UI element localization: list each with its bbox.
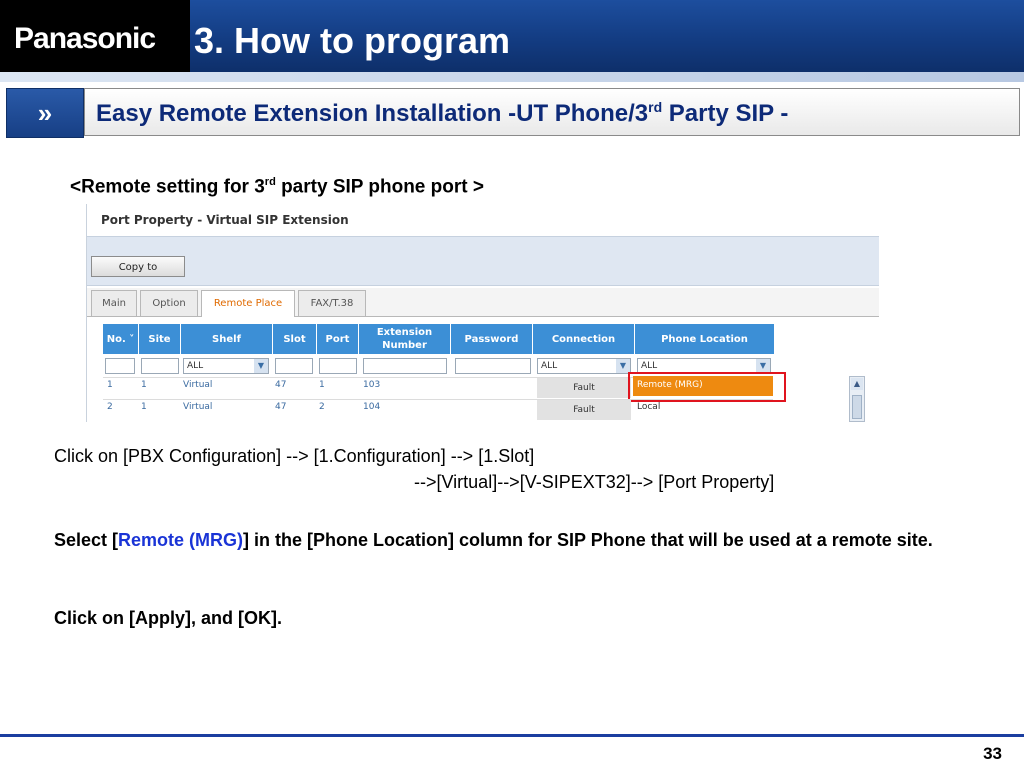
filter-slot[interactable] bbox=[275, 358, 313, 374]
filter-extension[interactable] bbox=[363, 358, 447, 374]
logo-box: Panasonic bbox=[0, 0, 190, 72]
panasonic-logo: Panasonic bbox=[14, 22, 156, 55]
remote-heading-text-2: party SIP phone port > bbox=[275, 176, 484, 198]
copy-to-button[interactable]: Copy to bbox=[91, 256, 185, 277]
remote-setting-heading: <Remote setting for 3rd party SIP phone … bbox=[70, 176, 484, 198]
row2-site: 1 bbox=[141, 402, 147, 412]
instruction-select-prefix: Select [ bbox=[54, 530, 119, 550]
highlight-box bbox=[628, 372, 786, 402]
row1-slot: 47 bbox=[275, 380, 287, 390]
column-header-connection[interactable]: Connection bbox=[533, 324, 635, 354]
tab-option[interactable]: Option bbox=[140, 290, 198, 316]
filter-password[interactable] bbox=[455, 358, 531, 374]
page-number: 33 bbox=[983, 744, 1002, 763]
remote-heading-sup: rd bbox=[264, 176, 276, 188]
remote-heading-text-1: <Remote setting for 3 bbox=[70, 176, 265, 198]
row2-phone-location-local[interactable]: Local bbox=[637, 402, 660, 412]
filter-no[interactable] bbox=[105, 358, 135, 374]
scroll-thumb[interactable] bbox=[852, 395, 862, 419]
instruction-select-suffix: ] in the [Phone Location] column for SIP… bbox=[243, 530, 933, 550]
row1-extension: 103 bbox=[363, 380, 381, 390]
dropdown-arrow-icon: ▼ bbox=[756, 359, 770, 373]
row2-shelf: Virtual bbox=[183, 402, 213, 412]
tab-main[interactable]: Main bbox=[91, 290, 137, 316]
column-header-no[interactable]: No. ˅ bbox=[103, 324, 139, 354]
filter-site[interactable] bbox=[141, 358, 179, 374]
subtitle-text-2: Party SIP - bbox=[662, 100, 789, 127]
column-header-phone-location[interactable]: Phone Location bbox=[635, 324, 775, 354]
row-divider bbox=[103, 399, 773, 400]
page-title: 3. How to program bbox=[194, 20, 511, 61]
row1-no: 1 bbox=[107, 380, 113, 390]
row1-port: 1 bbox=[319, 380, 325, 390]
header-stripe bbox=[0, 72, 1024, 82]
double-chevron-right-icon: » bbox=[37, 97, 53, 128]
column-header-extension-number[interactable]: Extension Number bbox=[359, 324, 451, 354]
tab-fax-t38[interactable]: FAX/T.38 bbox=[298, 290, 366, 316]
filter-connection[interactable]: ALL ▼ bbox=[537, 358, 631, 374]
column-header-shelf[interactable]: Shelf bbox=[181, 324, 273, 354]
row1-site: 1 bbox=[141, 380, 147, 390]
row2-connection-fault[interactable]: Fault bbox=[537, 400, 631, 420]
row1-connection-fault[interactable]: Fault bbox=[537, 378, 631, 398]
row2-extension: 104 bbox=[363, 402, 381, 412]
dropdown-arrow-icon: ▼ bbox=[254, 359, 268, 373]
filter-phone-location-value: ALL bbox=[641, 361, 658, 371]
instruction-select-highlight: Remote (MRG) bbox=[118, 530, 244, 550]
port-property-title: Port Property - Virtual SIP Extension bbox=[101, 213, 349, 227]
instruction-apply: Click on [Apply], and [OK]. bbox=[54, 608, 282, 628]
instruction-select: Select [Remote (MRG)] in the [Phone Loca… bbox=[54, 526, 994, 554]
row2-slot: 47 bbox=[275, 402, 287, 412]
row2-port: 2 bbox=[319, 402, 325, 412]
subtitle-text-1: Easy Remote Extension Installation -UT P… bbox=[96, 100, 649, 127]
toolbar-band bbox=[87, 236, 879, 286]
scroll-up-icon[interactable]: ▲ bbox=[851, 378, 863, 390]
column-header-port[interactable]: Port bbox=[317, 324, 359, 354]
row1-shelf: Virtual bbox=[183, 380, 213, 390]
tab-remote-place[interactable]: Remote Place bbox=[201, 290, 295, 317]
footer-line bbox=[0, 734, 1024, 737]
port-property-screenshot: Port Property - Virtual SIP Extension Co… bbox=[86, 204, 879, 422]
column-header-password[interactable]: Password bbox=[451, 324, 533, 354]
vertical-scrollbar[interactable]: ▲ bbox=[849, 376, 865, 422]
subtitle: Easy Remote Extension Installation -UT P… bbox=[96, 99, 788, 128]
dropdown-arrow-icon: ▼ bbox=[616, 359, 630, 373]
filter-shelf-value: ALL bbox=[187, 361, 204, 371]
instruction-path-line1: Click on [PBX Configuration] --> [1.Conf… bbox=[54, 446, 535, 466]
instruction-path-line2: -->[Virtual]-->[V-SIPEXT32]--> [Port Pro… bbox=[414, 472, 775, 492]
column-header-slot[interactable]: Slot bbox=[273, 324, 317, 354]
filter-shelf[interactable]: ALL ▼ bbox=[183, 358, 269, 374]
subtitle-icon-box: » bbox=[6, 88, 84, 138]
filter-port[interactable] bbox=[319, 358, 357, 374]
filter-connection-value: ALL bbox=[541, 361, 558, 371]
row2-no: 2 bbox=[107, 402, 113, 412]
column-header-site[interactable]: Site bbox=[139, 324, 181, 354]
subtitle-sup: rd bbox=[648, 99, 663, 115]
